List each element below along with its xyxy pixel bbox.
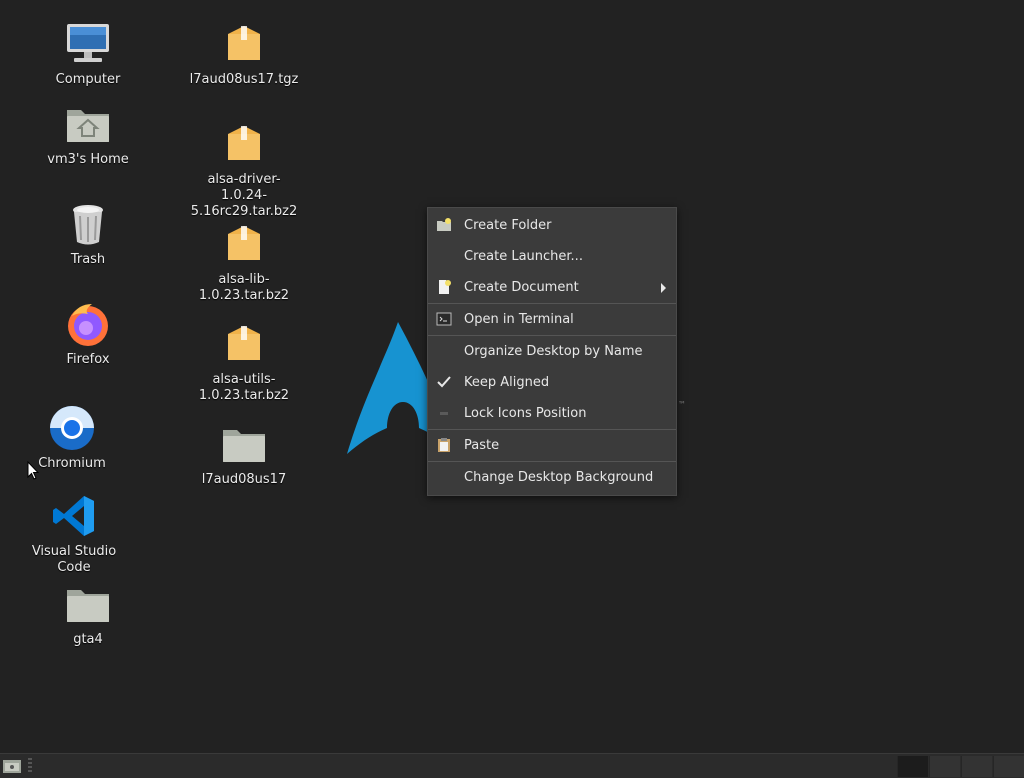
new-folder-icon [437, 218, 451, 231]
desktop-context-menu: Create Folder Create Launcher... Create … [427, 207, 677, 496]
desktop-icon-trash[interactable]: Trash [28, 200, 148, 268]
desktop-icon-firefox[interactable]: Firefox [28, 300, 148, 368]
submenu-arrow-icon [661, 283, 666, 293]
menu-item-label: Lock Icons Position [464, 406, 587, 421]
desktop-icon-computer[interactable]: Computer [28, 20, 148, 88]
mouse-cursor-icon [27, 461, 39, 480]
menu-item-label: Change Desktop Background [464, 470, 654, 485]
paste-icon [438, 438, 450, 452]
menu-item-lock-icons[interactable]: Lock Icons Position [428, 398, 676, 429]
desktop-icon-label: l7aud08us17 [201, 472, 287, 487]
menu-item-label: Create Document [464, 280, 579, 295]
desktop-icon-label: Firefox [66, 352, 110, 367]
folder-icon [223, 430, 265, 462]
package-icon [228, 126, 260, 160]
desktop-icon-label: alsa-driver-1.0.24-5.16rc29.tar.bz2 [190, 172, 298, 219]
package-icon [228, 226, 260, 260]
computer-icon [67, 24, 109, 62]
menu-item-create-folder[interactable]: Create Folder [428, 210, 676, 241]
taskbar-drag-handle[interactable] [28, 758, 32, 774]
desktop-icon-label: alsa-utils-1.0.23.tar.bz2 [198, 372, 290, 403]
menu-item-change-background[interactable]: Change Desktop Background [428, 462, 676, 493]
workspace-1-button[interactable] [897, 756, 928, 777]
desktop-icon-gta4[interactable]: gta4 [28, 580, 148, 648]
menu-item-paste[interactable]: Paste [428, 430, 676, 461]
package-icon [228, 326, 260, 360]
menu-item-label: Create Launcher... [464, 249, 583, 264]
workspace-3-button[interactable] [961, 756, 992, 777]
firefox-icon [68, 304, 108, 346]
menu-item-create-document[interactable]: Create Document [428, 272, 676, 303]
menu-item-label: Open in Terminal [464, 312, 574, 327]
unchecked-indicator-icon [440, 412, 448, 415]
workspace-4-button[interactable] [993, 756, 1024, 777]
menu-item-label: Keep Aligned [464, 375, 550, 390]
desktop-icon-label: Visual Studio Code [31, 544, 117, 575]
arch-trademark: ™ [678, 400, 686, 409]
desktop-icon-file[interactable]: alsa-lib-1.0.23.tar.bz2 [184, 220, 304, 304]
package-icon [228, 26, 260, 60]
folder-icon [67, 590, 109, 622]
desktop-icon-vscode[interactable]: Visual Studio Code [14, 492, 134, 576]
desktop-icon-label: Computer [55, 72, 121, 87]
new-document-icon [439, 280, 451, 294]
checkmark-icon [437, 376, 451, 388]
vscode-icon [53, 496, 94, 536]
chromium-icon [50, 406, 94, 450]
menu-item-open-terminal[interactable]: Open in Terminal [428, 304, 676, 335]
desktop-icon-label: vm3's Home [47, 152, 129, 167]
file-manager-launcher-icon[interactable] [2, 757, 22, 775]
desktop-icon-home[interactable]: vm3's Home [28, 100, 148, 168]
menu-item-keep-aligned[interactable]: Keep Aligned [428, 367, 676, 398]
taskbar [0, 753, 1024, 778]
menu-item-organize-desktop[interactable]: Organize Desktop by Name [428, 336, 676, 367]
desktop-icon-file[interactable]: alsa-utils-1.0.23.tar.bz2 [184, 320, 304, 404]
desktop[interactable]: Computer vm3's Home Trash Firefox Chromi… [0, 0, 1024, 778]
desktop-icon-label: gta4 [73, 632, 103, 647]
trash-icon [73, 205, 103, 245]
desktop-icon-label: Trash [70, 252, 106, 267]
menu-item-label: Organize Desktop by Name [464, 344, 643, 359]
home-folder-icon [67, 110, 109, 142]
desktop-icon-file[interactable]: alsa-driver-1.0.24-5.16rc29.tar.bz2 [184, 120, 304, 220]
menu-item-create-launcher[interactable]: Create Launcher... [428, 241, 676, 272]
desktop-icon-file[interactable]: l7aud08us17.tgz [184, 20, 304, 88]
desktop-icon-label: alsa-lib-1.0.23.tar.bz2 [198, 272, 290, 303]
desktop-icon-folder[interactable]: l7aud08us17 [184, 420, 304, 488]
menu-item-label: Paste [464, 438, 500, 453]
workspace-2-button[interactable] [929, 756, 960, 777]
menu-item-label: Create Folder [464, 218, 552, 233]
terminal-icon [436, 312, 452, 326]
desktop-icon-label: l7aud08us17.tgz [189, 72, 299, 87]
